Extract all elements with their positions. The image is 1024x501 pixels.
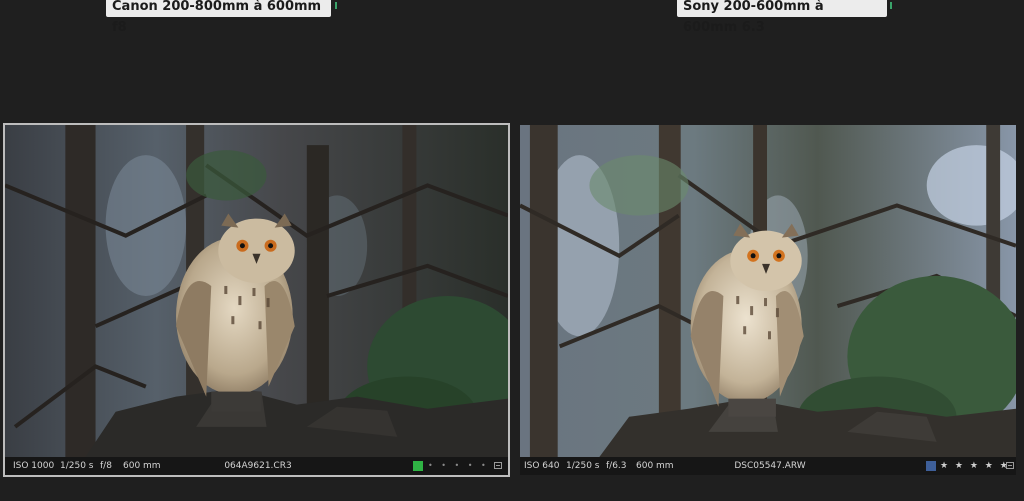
left-status-bar: ISO 1000 1/250 s f/8 600 mm 064A9621.CR3… bbox=[5, 457, 508, 475]
left-shutter: 1/250 s bbox=[60, 461, 94, 471]
left-aperture: f/8 bbox=[100, 461, 112, 471]
left-focal: 600 mm bbox=[123, 461, 161, 471]
right-label-marker bbox=[890, 2, 892, 9]
left-color-label[interactable] bbox=[413, 461, 423, 471]
right-image-viewer[interactable]: ISO 640 1/250 s f/6.3 600 mm DSC05547.AR… bbox=[518, 123, 1018, 477]
grid-icon[interactable] bbox=[494, 462, 502, 469]
right-owl-photo[interactable] bbox=[520, 125, 1016, 457]
left-lens-label: Canon 200-800mm à 600mm f8 bbox=[106, 0, 331, 35]
left-owl-photo[interactable] bbox=[5, 125, 508, 457]
left-image-viewer[interactable]: ISO 1000 1/250 s f/8 600 mm 064A9621.CR3… bbox=[3, 123, 510, 477]
grid-icon[interactable] bbox=[1006, 462, 1014, 469]
right-shutter: 1/250 s bbox=[566, 461, 600, 471]
left-filename: 064A9621.CR3 bbox=[224, 461, 292, 471]
right-status-bar: ISO 640 1/250 s f/6.3 600 mm DSC05547.AR… bbox=[520, 457, 1016, 475]
right-focal: 600 mm bbox=[636, 461, 674, 471]
right-iso: ISO 640 bbox=[524, 461, 560, 471]
left-label-marker bbox=[335, 2, 337, 9]
left-rating-dots[interactable]: • • • • • bbox=[428, 457, 489, 475]
left-iso: ISO 1000 bbox=[13, 461, 55, 471]
right-filename: DSC05547.ARW bbox=[734, 461, 806, 471]
right-lens-label: Sony 200-600mm à 600mm 6.3 bbox=[677, 0, 887, 35]
right-aperture: f/6.3 bbox=[606, 461, 627, 471]
right-star-rating[interactable]: ★ ★ ★ ★ ★ bbox=[940, 457, 1010, 475]
right-color-label[interactable] bbox=[926, 461, 936, 471]
